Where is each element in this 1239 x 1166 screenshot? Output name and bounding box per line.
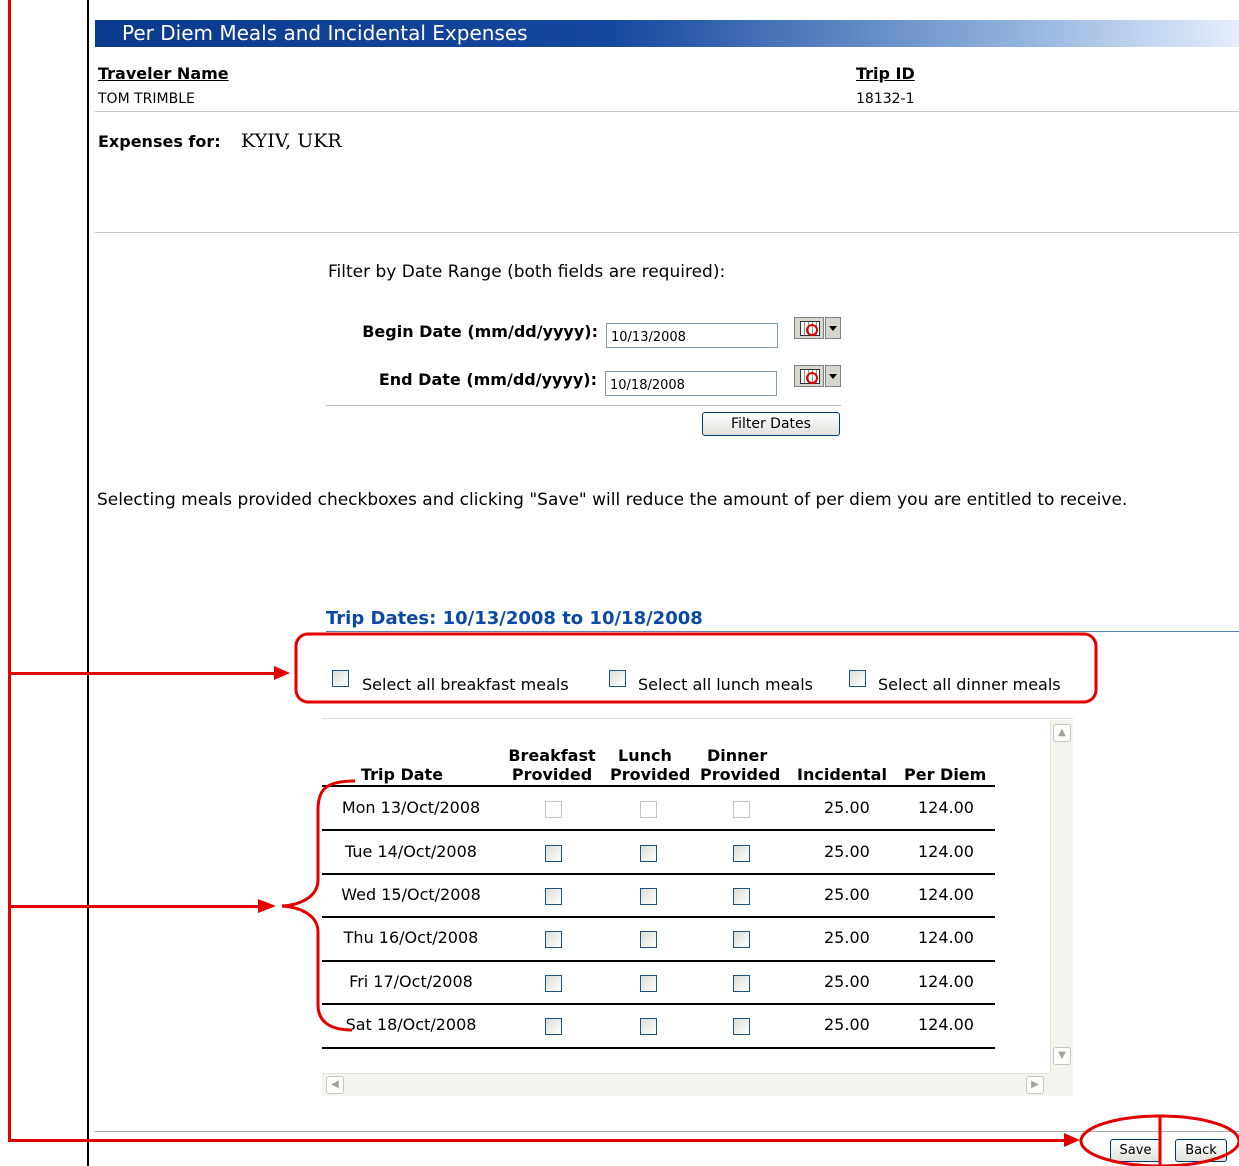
annotation-select-all-box	[294, 632, 1098, 704]
arrowhead-select-all	[274, 666, 290, 680]
arrowhead-buttons	[1064, 1133, 1080, 1147]
annotation-rows-brace	[281, 779, 356, 1032]
annotation-overlay	[258, 632, 1239, 1166]
arrowhead-rows	[258, 899, 276, 913]
